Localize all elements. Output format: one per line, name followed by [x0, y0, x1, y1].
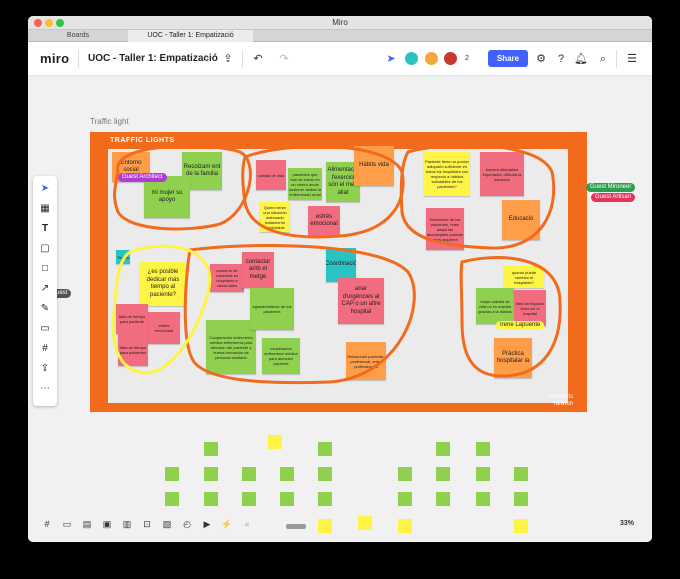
brand-watermark: mindsets newton [549, 394, 573, 408]
title-bar: Miro [28, 16, 652, 30]
sticky-note[interactable] [242, 467, 256, 481]
avatar[interactable] [424, 51, 439, 66]
sticky-note[interactable] [476, 467, 490, 481]
sticky-note[interactable] [165, 467, 179, 481]
watermark-line: mindsets [548, 394, 573, 400]
sticky-note[interactable] [514, 492, 528, 506]
sticky-note[interactable] [476, 492, 490, 506]
share-screen-icon[interactable]: ⊡ [138, 514, 156, 534]
comments-icon[interactable]: ▭ [58, 514, 76, 534]
more-tools-icon[interactable]: ⋯ [33, 380, 57, 398]
shape-icon[interactable]: □ [33, 260, 57, 278]
video-icon[interactable]: ▶ [198, 514, 216, 534]
sticky-note[interactable] [358, 516, 372, 530]
minimap-handle[interactable] [286, 524, 306, 529]
window-title: Miro [332, 18, 348, 27]
avatar-count[interactable]: 2 [461, 51, 473, 67]
board-header: miro UOC - Taller 1: Empatizació ☆ ⇪ ↶ ↷… [28, 42, 652, 76]
sticky-note[interactable] [476, 442, 490, 456]
app-window: Miro Boards UOC - Taller 1: Empatizació … [28, 16, 652, 542]
cursor-icon[interactable]: ➤ [384, 51, 398, 67]
sticky-note[interactable] [318, 442, 332, 456]
sticky-note[interactable] [398, 519, 412, 533]
sticky-note[interactable] [204, 467, 218, 481]
avatar[interactable] [404, 51, 419, 66]
frame-icon[interactable]: # [33, 340, 57, 358]
sticky-note[interactable] [318, 467, 332, 481]
sticky-note[interactable] [242, 492, 256, 506]
sticky-note[interactable] [398, 492, 412, 506]
sticky-note[interactable] [436, 492, 450, 506]
miro-logo[interactable]: miro [40, 51, 69, 66]
chat-icon[interactable]: ▤ [78, 514, 96, 534]
timer-icon[interactable]: ◴ [178, 514, 196, 534]
divider [242, 50, 243, 68]
frame-label[interactable]: Traffic light [90, 117, 129, 126]
redo-icon[interactable]: ↷ [276, 51, 292, 67]
sticky-note[interactable] [165, 492, 179, 506]
left-toolbar: ➤ ▦ T ▢ □ ↗ ✎ ▭ # ⇪ ⋯ [33, 176, 57, 406]
kanban-icon[interactable]: ▥ [118, 514, 136, 534]
sticky-note[interactable] [514, 519, 528, 533]
board-canvas[interactable]: Traffic light TRAFFIC LIGHTS Entorno soc… [28, 76, 652, 542]
text-tool-icon[interactable]: T [33, 220, 57, 238]
zoom-level[interactable]: 33% [620, 520, 634, 527]
watermark-line: newton [553, 401, 573, 407]
frames-icon[interactable]: # [38, 514, 56, 534]
tab-boards[interactable]: Boards [28, 30, 128, 42]
bottom-toolbar: # ▭ ▤ ▣ ▥ ⊡ ▧ ◴ ▶ ⚡ « [34, 514, 254, 534]
tab-board-active[interactable]: UOC - Taller 1: Empatizació [128, 30, 253, 42]
share-button[interactable]: Share [488, 50, 528, 67]
sticky-note[interactable] [398, 467, 412, 481]
sticky-note[interactable] [318, 492, 332, 506]
sticky-note[interactable] [436, 467, 450, 481]
undo-icon[interactable]: ↶ [250, 51, 266, 67]
traffic-light-frame[interactable]: TRAFFIC LIGHTS Entorno social Recolzam e… [90, 132, 587, 412]
star-icon[interactable]: ☆ [198, 51, 212, 67]
comment-icon[interactable]: ▭ [33, 320, 57, 338]
activity-icon[interactable]: ▧ [158, 514, 176, 534]
connection-line-icon[interactable]: ↗ [33, 280, 57, 298]
board-menu-icon[interactable]: ☰ [625, 51, 639, 67]
search-icon[interactable]: ⌕ [596, 51, 610, 67]
cards-icon[interactable]: ▣ [98, 514, 116, 534]
sticky-note[interactable] [204, 492, 218, 506]
notification-bell-icon[interactable]: 🔔︎ [574, 51, 588, 67]
sticky-note-icon[interactable]: ▢ [33, 240, 57, 258]
tab-bar: Boards UOC - Taller 1: Empatizació [28, 30, 652, 42]
divider [616, 50, 617, 68]
sticky-note[interactable] [280, 492, 294, 506]
collaborator-cursor-tag: Guest Artisan [591, 193, 636, 202]
sticky-note[interactable] [436, 442, 450, 456]
templates-icon[interactable]: ▦ [33, 200, 57, 218]
pen-icon[interactable]: ✎ [33, 300, 57, 318]
select-cursor-icon[interactable]: ➤ [33, 180, 57, 198]
help-icon[interactable]: ? [554, 51, 568, 67]
upload-icon[interactable]: ⇪ [220, 51, 236, 67]
share-label: Share [496, 54, 520, 63]
settings-sliders-icon[interactable]: ⚙ [534, 51, 548, 67]
collapse-icon[interactable]: « [238, 514, 256, 534]
avatar[interactable] [443, 51, 458, 66]
sticky-note[interactable] [204, 442, 218, 456]
collaborator-cursor-tag: Guest Mironeer [586, 183, 636, 192]
divider [78, 50, 79, 68]
sticky-note[interactable] [318, 519, 332, 533]
sticky-note[interactable] [280, 467, 294, 481]
sticky-note[interactable] [268, 435, 282, 449]
drawn-circles [111, 143, 562, 385]
upload-icon[interactable]: ⇪ [33, 360, 57, 378]
sticky-note[interactable] [514, 467, 528, 481]
power-ups-icon[interactable]: ⚡ [218, 514, 236, 534]
